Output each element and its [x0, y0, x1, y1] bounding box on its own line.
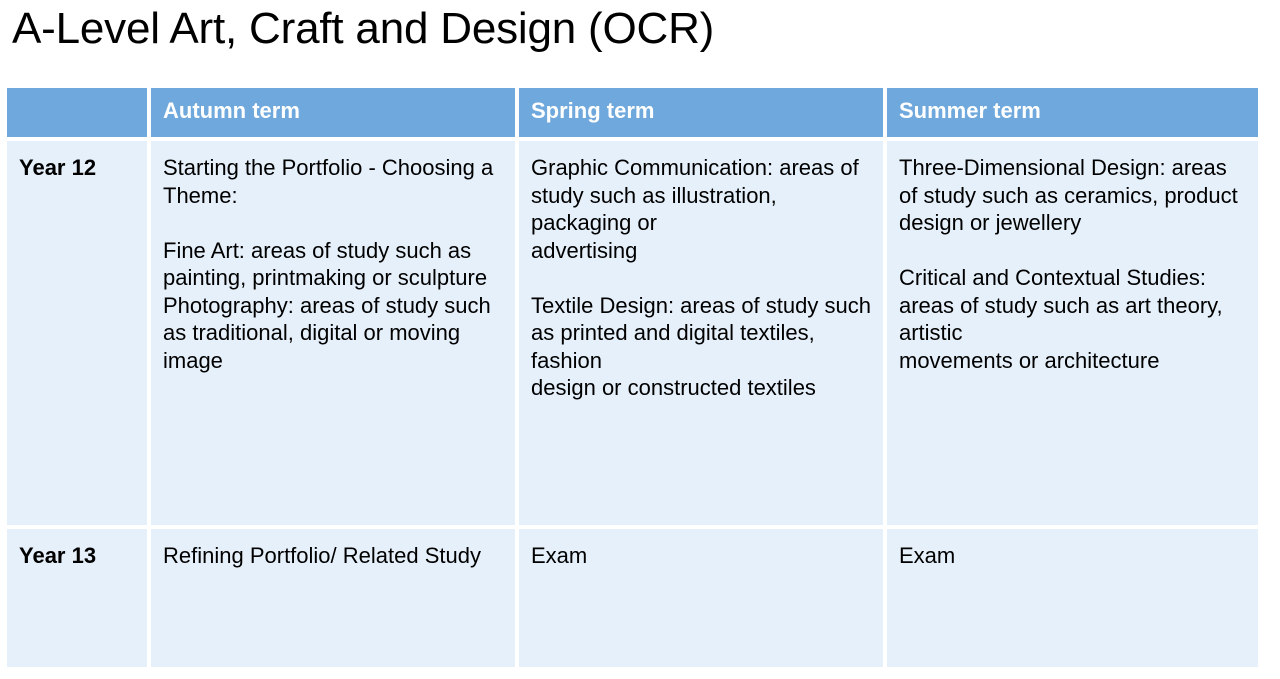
- row-label-cell: Year 13: [7, 529, 151, 667]
- spring-cell: Graphic Communication: areas of study su…: [519, 141, 887, 529]
- autumn-text-fine-art: Fine Art: areas of study such as paintin…: [163, 237, 488, 291]
- summer-text-critical-cont: movements or architecture: [899, 347, 1160, 373]
- page-title: A-Level Art, Craft and Design (OCR): [12, 4, 715, 53]
- table-header-row: Autumn term Spring term Summer term: [7, 88, 1258, 141]
- spring-text-textile: Textile Design: areas of study such as p…: [531, 292, 871, 373]
- header-cell-empty: [7, 88, 151, 141]
- table-row: Year 13 Refining Portfolio/ Related Stud…: [7, 529, 1258, 667]
- summer-text-critical: Critical and Contextual Studies: areas o…: [899, 265, 1223, 345]
- summer-text-3d-design: Three-Dimensional Design: areas of study…: [899, 155, 1238, 208]
- autumn-text-photography: Photography: areas of study such as trad…: [163, 292, 491, 373]
- summer-text: Exam: [899, 543, 956, 568]
- summer-text-3d-design-cont: design or jewellery: [899, 210, 1082, 235]
- header-cell-autumn: Autumn term: [151, 88, 519, 141]
- curriculum-table: Autumn term Spring term Summer term Year…: [7, 88, 1258, 667]
- spring-text-textile-cont: design or constructed textiles: [531, 375, 816, 400]
- table-row: Year 12 Starting the Portfolio - Choosin…: [7, 141, 1258, 529]
- summer-cell: Exam: [887, 529, 1258, 667]
- autumn-cell: Refining Portfolio/ Related Study: [151, 529, 519, 667]
- spring-text-graphic-cont: advertising: [531, 237, 638, 263]
- autumn-text: Refining Portfolio/ Related Study: [163, 543, 481, 568]
- summer-cell: Three-Dimensional Design: areas of study…: [887, 141, 1258, 529]
- autumn-cell: Starting the Portfolio - Choosing a Them…: [151, 141, 519, 529]
- spring-text: Exam: [531, 543, 588, 568]
- year-label: Year 12: [19, 155, 97, 180]
- autumn-text-theme: Starting the Portfolio - Choosing a Them…: [163, 155, 494, 208]
- header-cell-summer: Summer term: [887, 88, 1258, 141]
- spring-cell: Exam: [519, 529, 887, 667]
- year-label: Year 13: [19, 543, 97, 568]
- header-cell-spring: Spring term: [519, 88, 887, 141]
- spring-text-graphic: Graphic Communication: areas of study su…: [531, 155, 859, 235]
- row-label-cell: Year 12: [7, 141, 151, 529]
